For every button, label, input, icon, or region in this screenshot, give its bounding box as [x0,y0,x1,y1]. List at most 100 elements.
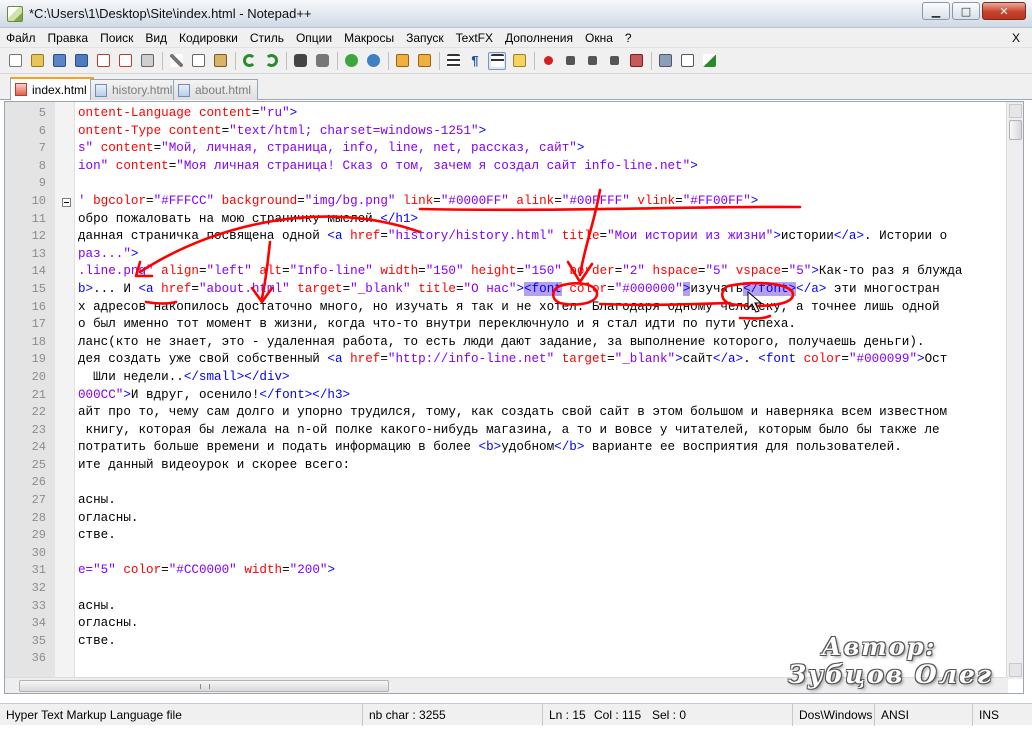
close-all-icon[interactable] [116,52,134,70]
line-code: х адресов накопилось достаточно много, н… [78,299,940,317]
code-line[interactable]: 23 книгу, которая бы лежала на n-ой полк… [5,422,1005,440]
open-file-icon[interactable] [28,52,46,70]
zoom-in-icon[interactable] [342,52,360,70]
code-line[interactable]: 27 асны. [5,492,1005,510]
code-editor[interactable]: 5 ontent-Language content="ru"> 6 ontent-Ty… [4,101,1024,694]
code-line[interactable]: 14 .line.png" align="left" alt="Info-line… [5,263,1005,281]
save-macro-icon[interactable] [627,52,645,70]
menu-search[interactable]: Поиск [94,28,139,48]
code-line[interactable]: 11 обро пожаловать на мою страничку мысле… [5,211,1005,229]
close-window-button[interactable]: ✕ [982,2,1026,20]
fold-icon[interactable] [510,52,528,70]
tab-index-html[interactable]: index.html [10,77,94,100]
play-multi-icon[interactable] [605,52,623,70]
code-token: > [917,352,925,367]
replace-icon[interactable] [313,52,331,70]
menu-help[interactable]: ? [619,28,638,48]
code-token: 000CC" [78,387,124,402]
line-code: ланс(кто не знает, это - удаленная работ… [78,334,924,352]
menu-encoding[interactable]: Кодировки [173,28,244,48]
horizontal-scroll-thumb[interactable] [19,680,389,692]
code-line[interactable]: 15 b>... И <a href="about.html" target="_… [5,281,1005,299]
code-line[interactable]: 12 данная страничка посвящена одной <a hr… [5,228,1005,246]
code-line[interactable]: 21 000CC">И вдруг, осенило!</font></h3> [5,387,1005,405]
record-icon[interactable] [539,52,557,70]
code-token: раз..." [78,246,131,261]
line-code: книгу, которая бы лежала на n-ой полке к… [78,422,940,440]
fold-toggle-icon[interactable] [62,197,71,207]
code-line[interactable]: 10 ' bgcolor="#FFFCC" background="img/bg.… [5,193,1005,211]
close-document-button[interactable]: X [1012,28,1020,48]
code-line[interactable]: 31 e="5" color="#CC0000" width="200"> [5,562,1005,580]
scroll-up-arrow[interactable] [1009,104,1022,118]
code-line[interactable]: 24 потратить больше времени и подать инфо… [5,439,1005,457]
menu-view[interactable]: Вид [139,28,173,48]
zoom-out-icon[interactable] [364,52,382,70]
code-line[interactable]: 17 о был именно тот момент в жизни, когда… [5,316,1005,334]
save-icon[interactable] [50,52,68,70]
paste-icon[interactable] [211,52,229,70]
code-line[interactable]: 28 огласны. [5,510,1005,528]
indent-guide-icon[interactable] [488,51,506,70]
code-line[interactable]: 16 х адресов накопилось достаточно много,… [5,299,1005,317]
copy-icon[interactable] [189,52,207,70]
menu-window[interactable]: Окна [579,28,619,48]
code-line[interactable]: 25 ите данный видеоурок и скорее всего: [5,457,1005,475]
wrap-icon[interactable] [444,52,462,70]
code-line[interactable]: 13 раз..."> [5,246,1005,264]
redo-icon[interactable] [262,52,280,70]
close-icon[interactable] [94,52,112,70]
code-line[interactable]: 32 [5,580,1005,598]
code-line[interactable]: 5 ontent-Language content="ru"> [5,105,1005,123]
save-all-icon[interactable] [72,52,90,70]
code-line[interactable]: 7 s" content="Мой, личная, страница, info… [5,140,1005,158]
code-line[interactable]: 30 [5,545,1005,563]
find-icon[interactable] [291,52,309,70]
code-line[interactable]: 9 [5,175,1005,193]
menu-run[interactable]: Запуск [400,28,450,48]
code-line[interactable]: 22 айт про то, чему сам долго и упорно тр… [5,404,1005,422]
new-file-icon[interactable] [6,52,24,70]
code-token: "#000099" [848,352,918,367]
code-line[interactable]: 6 ontent-Type content="text/html; charset… [5,123,1005,141]
line-code: ontent-Language content="ru"> [78,105,297,123]
print-icon[interactable] [138,52,156,70]
vertical-scroll-thumb[interactable] [1009,120,1022,140]
maximize-button[interactable]: □ [952,2,980,20]
code-line[interactable]: 20 Шли недели..</small></div> [5,369,1005,387]
menu-style[interactable]: Стиль [244,28,290,48]
menu-plugins[interactable]: Дополнения [499,28,579,48]
cut-icon[interactable] [167,52,185,70]
code-lines: 5 ontent-Language content="ru"> 6 ontent-Ty… [5,105,1005,668]
line-number: 35 [31,633,46,648]
tab-about-html[interactable]: about.html [173,79,259,100]
code-line[interactable]: 26 [5,474,1005,492]
code-token: = [146,193,154,208]
code-line[interactable]: 34 огласны. [5,615,1005,633]
code-token: color [803,352,842,367]
code-line[interactable]: 18 ланс(кто не знает, это - удаленная раб… [5,334,1005,352]
run-icon[interactable] [656,52,674,70]
code-line[interactable]: 33 асны. [5,598,1005,616]
scroll-down-arrow[interactable] [1009,663,1022,677]
stop-icon[interactable] [561,52,579,70]
menu-options[interactable]: Опции [290,28,338,48]
code-token: > [576,141,585,156]
minimize-button[interactable]: ▁ [922,2,950,20]
sync-h-icon[interactable] [415,52,433,70]
menu-macros[interactable]: Макросы [338,28,400,48]
menu-edit[interactable]: Правка [42,28,95,48]
tab-history-html[interactable]: history.html [90,79,180,100]
menu-file[interactable]: Файл [0,28,42,48]
spellcheck-icon[interactable] [700,52,718,70]
menu-textfx[interactable]: TextFX [450,28,499,48]
sync-v-icon[interactable] [393,52,411,70]
code-line[interactable]: 19 дея создать уже свой собственный <a hr… [5,351,1005,369]
code-line[interactable]: 8 ion" content="Моя личная страница! Сказ… [5,158,1005,176]
code-line[interactable]: 29 стве. [5,527,1005,545]
play-icon[interactable] [583,52,601,70]
undo-icon[interactable] [240,52,258,70]
vertical-scrollbar[interactable] [1006,102,1023,679]
console-icon[interactable] [678,52,696,70]
show-all-icon[interactable]: ¶ [466,52,484,70]
